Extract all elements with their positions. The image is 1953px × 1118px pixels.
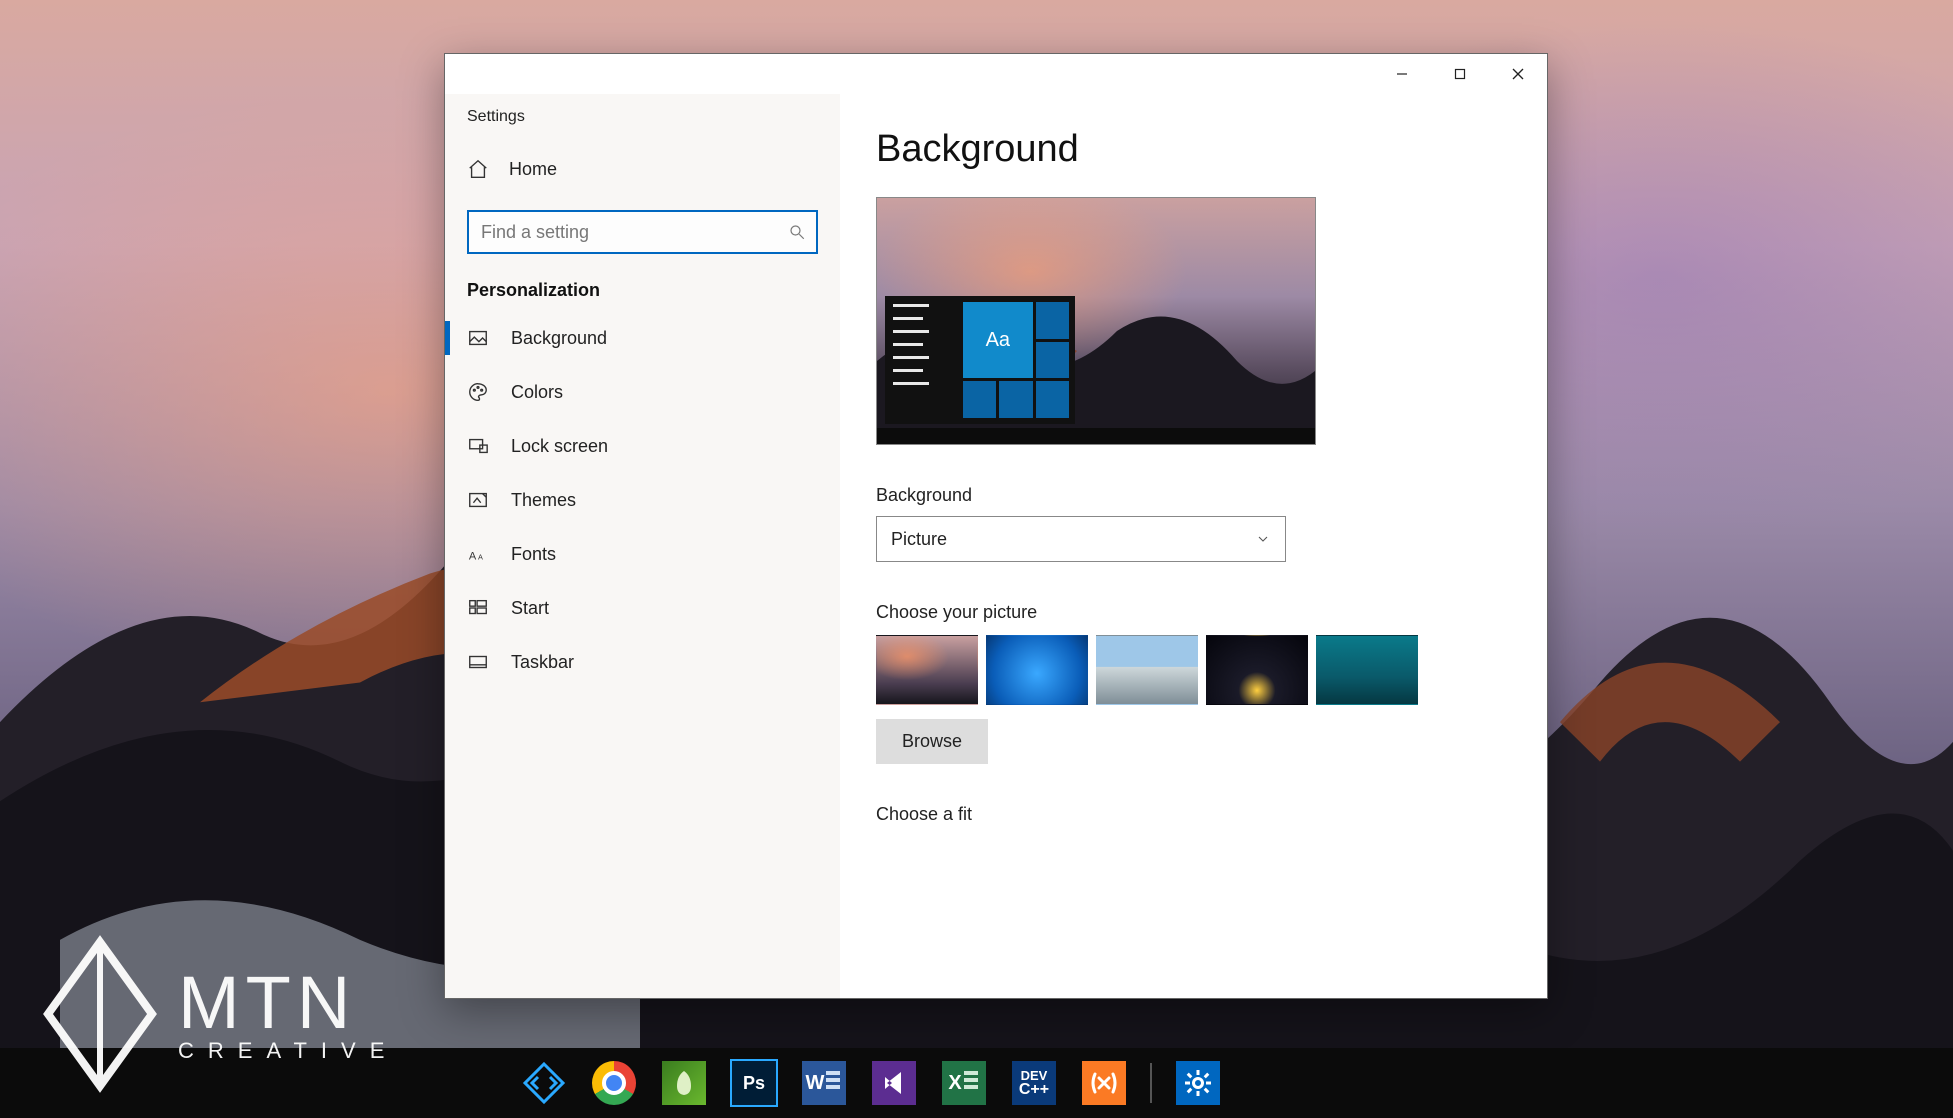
- nav-item-taskbar[interactable]: Taskbar: [445, 635, 840, 689]
- lockscreen-icon: [467, 435, 489, 457]
- browse-button[interactable]: Browse: [876, 719, 988, 764]
- taskbar-app-word[interactable]: W: [790, 1053, 858, 1113]
- taskbar-app-photoshop[interactable]: Ps: [720, 1053, 788, 1113]
- home-button[interactable]: Home: [445, 146, 840, 192]
- background-dropdown-label: Background: [876, 485, 1511, 506]
- taskbar-app-xampp[interactable]: [1070, 1053, 1138, 1113]
- section-header: Personalization: [445, 280, 840, 311]
- minimize-icon: [1396, 68, 1408, 80]
- taskbar-app-excel[interactable]: X: [930, 1053, 998, 1113]
- watermark-mark-icon: [40, 934, 160, 1094]
- chrome-icon: [592, 1061, 636, 1105]
- palette-icon: [467, 381, 489, 403]
- themes-icon: [467, 489, 489, 511]
- preview-tile-text: Aa: [963, 302, 1033, 378]
- settings-content: Background Aa: [840, 94, 1547, 998]
- nav-item-lockscreen[interactable]: Lock screen: [445, 419, 840, 473]
- taskbar-app-dev-cpp[interactable]: DEV C++: [1000, 1053, 1068, 1113]
- coreldraw-icon: [662, 1061, 706, 1105]
- nav-item-fonts[interactable]: AA Fonts: [445, 527, 840, 581]
- maximize-icon: [1454, 68, 1466, 80]
- taskbar-icon: [467, 651, 489, 673]
- preview-start-menu: Aa: [885, 296, 1075, 424]
- nav-label: Start: [511, 598, 549, 619]
- close-button[interactable]: [1489, 54, 1547, 94]
- background-preview: Aa: [876, 197, 1316, 445]
- home-icon: [467, 158, 489, 180]
- taskbar-app-settings[interactable]: [1164, 1053, 1232, 1113]
- close-icon: [1512, 68, 1524, 80]
- window-titlebar[interactable]: [445, 54, 1547, 94]
- taskbar-app-visual-studio[interactable]: [860, 1053, 928, 1113]
- taskbar-app-start-like[interactable]: [510, 1053, 578, 1113]
- settings-window: Settings Home Personalization Background: [444, 53, 1548, 999]
- page-title: Background: [876, 128, 1511, 171]
- nav-item-background[interactable]: Background: [445, 311, 840, 365]
- word-icon: W: [802, 1061, 846, 1105]
- choose-fit-label: Choose a fit: [876, 804, 1511, 825]
- maximize-button[interactable]: [1431, 54, 1489, 94]
- chevron-down-icon: [1255, 531, 1271, 547]
- picture-thumb-3[interactable]: [1096, 635, 1198, 705]
- start-grid-icon: [467, 597, 489, 619]
- taskbar-app-coreldraw[interactable]: [650, 1053, 718, 1113]
- nav-label: Fonts: [511, 544, 556, 565]
- picture-thumb-1[interactable]: [876, 635, 978, 705]
- excel-icon: X: [942, 1061, 986, 1105]
- nav-item-themes[interactable]: Themes: [445, 473, 840, 527]
- selected-value: Picture: [891, 529, 947, 550]
- fonts-icon: AA: [467, 543, 489, 565]
- background-dropdown[interactable]: Picture: [876, 516, 1286, 562]
- watermark-logo: MTN CREATIVE: [40, 934, 398, 1094]
- nav-label: Colors: [511, 382, 563, 403]
- svg-text:A: A: [469, 551, 477, 563]
- minimize-button[interactable]: [1373, 54, 1431, 94]
- nav-item-start[interactable]: Start: [445, 581, 840, 635]
- picture-thumbnails: [876, 635, 1511, 705]
- picture-thumb-4[interactable]: [1206, 635, 1308, 705]
- search-input[interactable]: [467, 210, 818, 254]
- watermark-line1: MTN: [178, 966, 398, 1040]
- svg-text:A: A: [478, 553, 483, 562]
- gear-icon: [1176, 1061, 1220, 1105]
- settings-sidebar: Settings Home Personalization Background: [445, 94, 840, 998]
- xampp-icon: [1082, 1061, 1126, 1105]
- choose-picture-label: Choose your picture: [876, 602, 1511, 623]
- nav-label: Lock screen: [511, 436, 608, 457]
- dev-cpp-icon: DEV C++: [1012, 1061, 1056, 1105]
- picture-icon: [467, 327, 489, 349]
- diamond-code-icon: [521, 1060, 567, 1106]
- watermark-line2: CREATIVE: [178, 1040, 398, 1062]
- visual-studio-icon: [872, 1061, 916, 1105]
- home-label: Home: [509, 159, 557, 180]
- nav-item-colors[interactable]: Colors: [445, 365, 840, 419]
- nav-label: Taskbar: [511, 652, 574, 673]
- search-field-wrap: [467, 210, 818, 254]
- nav-label: Background: [511, 328, 607, 349]
- nav-label: Themes: [511, 490, 576, 511]
- picture-thumb-5[interactable]: [1316, 635, 1418, 705]
- picture-thumb-2[interactable]: [986, 635, 1088, 705]
- photoshop-icon: Ps: [730, 1059, 778, 1107]
- taskbar-app-chrome[interactable]: [580, 1053, 648, 1113]
- window-title: Settings: [445, 102, 840, 146]
- taskbar-separator: [1150, 1063, 1152, 1103]
